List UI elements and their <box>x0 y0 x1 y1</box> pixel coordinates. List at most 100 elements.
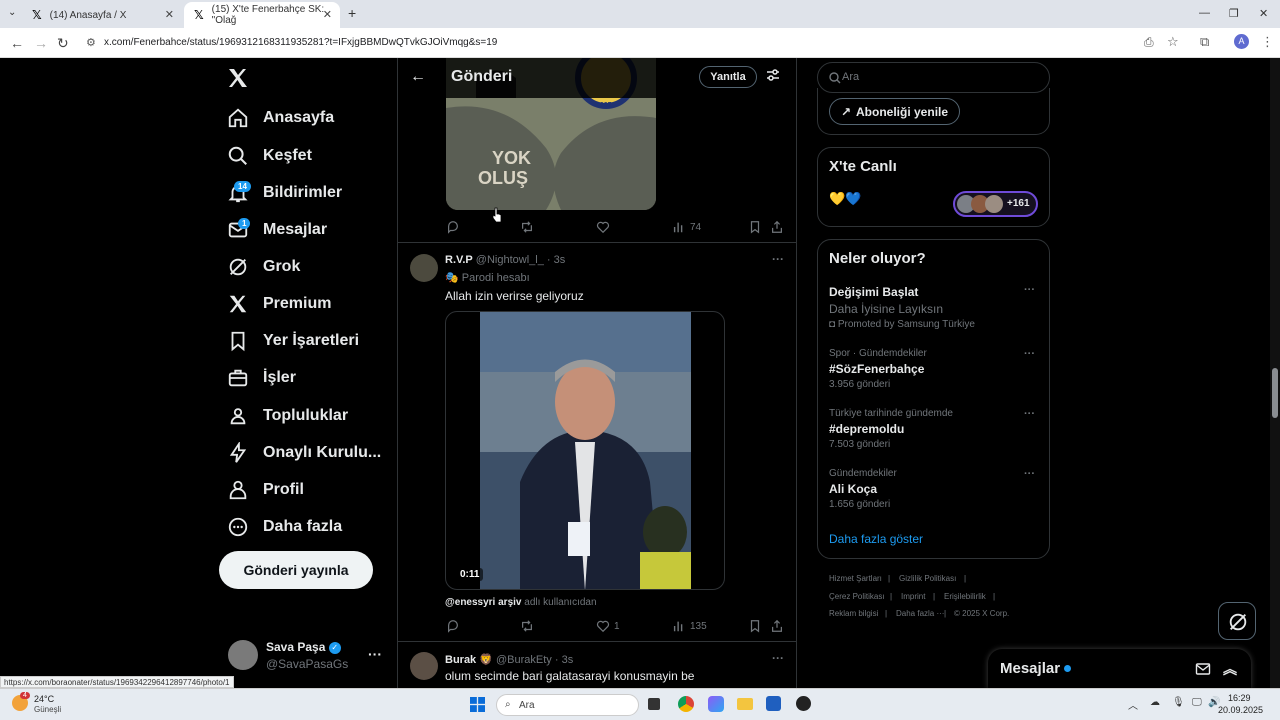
reply-action[interactable] <box>446 220 464 234</box>
new-message-icon[interactable] <box>1195 661 1211 677</box>
post-video[interactable]: 0:11 <box>445 311 725 590</box>
nav-explore[interactable]: Keşfet <box>226 141 312 171</box>
store-icon[interactable] <box>766 696 781 711</box>
footer-link[interactable]: Hizmet Şartları <box>829 574 882 583</box>
back-icon[interactable]: ← <box>10 35 24 51</box>
post-time[interactable]: · 3s <box>547 254 565 266</box>
menu-icon[interactable]: ⋮ <box>1261 34 1274 50</box>
tray-chevron-icon[interactable]: ︿ <box>1128 697 1138 712</box>
nav-premium[interactable]: Premium <box>226 289 331 319</box>
post-time[interactable]: · 3s <box>555 654 573 666</box>
expand-up-icon[interactable]: ︽ <box>1223 659 1237 679</box>
reply-action[interactable] <box>446 619 464 633</box>
nav-grok[interactable]: Grok <box>226 252 300 282</box>
footer-link[interactable]: Erişilebilirlik <box>944 592 986 601</box>
share-action[interactable] <box>770 220 788 234</box>
profile-avatar[interactable]: A <box>1234 34 1249 49</box>
show-more-link[interactable]: Daha fazla göster <box>829 532 923 546</box>
attribution-user[interactable]: @enessyri arşiv <box>445 597 521 608</box>
back-arrow-icon[interactable]: ← <box>410 68 426 86</box>
trend-more-icon[interactable]: ··· <box>1024 408 1035 420</box>
chrome-icon[interactable] <box>678 696 694 712</box>
footer-link[interactable]: Daha fazla ··· <box>896 609 944 618</box>
file-explorer-icon[interactable] <box>737 698 753 710</box>
install-app-icon[interactable]: ⎙ <box>1144 35 1154 50</box>
grok-floating-button[interactable] <box>1218 602 1256 640</box>
post-author-handle[interactable]: @Nightowl_l_ <box>476 254 544 266</box>
trend-item[interactable]: Spor · Gündemdekiler #SözFenerbahçe 3.95… <box>829 348 1039 390</box>
x-logo-icon[interactable] <box>226 66 252 92</box>
scrollbar-thumb[interactable] <box>1272 368 1278 418</box>
account-more-icon[interactable]: ··· <box>368 646 382 662</box>
close-icon[interactable]: ✕ <box>323 8 332 21</box>
url-field[interactable]: x.com/Fenerbahce/status/1969312168311935… <box>104 37 497 48</box>
page-scrollbar[interactable] <box>1270 58 1280 688</box>
trend-item[interactable]: Gündemdekiler Ali Koça 1.656 gönderi <box>829 468 1039 510</box>
nav-verified-orgs[interactable]: Onaylı Kurulu... <box>226 438 381 468</box>
views-action[interactable]: 135 <box>672 619 707 633</box>
nav-jobs[interactable]: İşler <box>226 363 296 393</box>
task-view-icon[interactable] <box>648 698 660 710</box>
app-icon[interactable] <box>796 696 811 711</box>
taskbar-search[interactable]: ⌕ Ara <box>496 694 639 716</box>
footer-link[interactable]: Çerez Politikası <box>829 592 885 601</box>
tab-list-icon[interactable]: ⌄ <box>8 7 16 18</box>
bookmark-action[interactable] <box>748 619 766 633</box>
tab-home[interactable]: 𝕏 (14) Anasayfa / X ✕ <box>22 2 182 28</box>
repost-action[interactable] <box>520 619 538 633</box>
footer-link[interactable]: Reklam bilgisi <box>829 609 878 618</box>
live-space-pill[interactable]: +161 <box>953 191 1038 217</box>
clock-time[interactable]: 16:29 <box>1228 693 1251 703</box>
post-avatar[interactable] <box>410 254 438 282</box>
minimize-icon[interactable]: — <box>1199 7 1210 19</box>
bookmark-action[interactable] <box>748 220 766 234</box>
messages-drawer[interactable]: Mesajlar ︽ <box>988 649 1251 689</box>
nav-bookmarks[interactable]: Yer İşaretleri <box>226 326 359 356</box>
trend-item[interactable]: Değişimi Başlat Daha İyisine Layıksın ◘ … <box>829 285 1039 330</box>
post-button[interactable]: Gönderi yayınla <box>219 551 373 589</box>
nav-profile[interactable]: Profil <box>226 475 304 505</box>
trend-more-icon[interactable]: ··· <box>1024 468 1035 480</box>
like-action[interactable]: 1 <box>596 619 620 633</box>
copilot-icon[interactable] <box>708 696 724 712</box>
views-action[interactable]: 74 <box>672 220 701 234</box>
renew-subscription-button[interactable]: ↗ Aboneliği yenile <box>829 98 960 125</box>
cloud-icon[interactable]: ☁ <box>1150 697 1160 708</box>
footer-link[interactable]: Imprint <box>901 592 925 601</box>
post-more-icon[interactable]: ··· <box>772 252 784 266</box>
forward-icon[interactable]: → <box>34 35 48 51</box>
new-tab-icon[interactable]: + <box>348 5 356 21</box>
restore-icon[interactable]: ❐ <box>1229 7 1239 20</box>
close-icon[interactable]: ✕ <box>165 8 174 21</box>
account-avatar[interactable] <box>228 640 258 670</box>
window-close-icon[interactable]: ✕ <box>1259 7 1268 20</box>
nav-home[interactable]: Anasayfa <box>226 103 334 133</box>
tab-post[interactable]: 𝕏 (15) X'te Fenerbahçe SK: "Olağ ✕ <box>184 2 340 28</box>
weather-temp[interactable]: 24°C <box>34 694 54 704</box>
nav-more[interactable]: Daha fazla <box>226 512 342 542</box>
post-author-handle[interactable]: @BurakEty <box>496 654 552 666</box>
post-more-icon[interactable]: ··· <box>772 651 784 665</box>
network-icon[interactable]: 🖵 <box>1192 697 1202 708</box>
reply-button[interactable]: Yanıtla <box>699 66 757 88</box>
extensions-icon[interactable]: ⧉ <box>1200 34 1209 50</box>
trend-more-icon[interactable]: ··· <box>1024 284 1035 296</box>
post-author-name[interactable]: R.V.P <box>445 254 473 266</box>
account-name[interactable]: Sava Paşa ✓ <box>266 640 341 654</box>
repost-action[interactable] <box>520 220 538 234</box>
nav-communities[interactable]: Topluluklar <box>226 401 348 431</box>
windows-start-icon[interactable] <box>470 697 485 712</box>
share-action[interactable] <box>770 619 788 633</box>
footer-link[interactable]: Gizlilik Politikası <box>899 574 956 583</box>
trend-more-icon[interactable]: ··· <box>1024 348 1035 360</box>
site-info-icon[interactable]: ⚙ <box>86 36 96 49</box>
reload-icon[interactable]: ↻ <box>57 35 69 52</box>
trend-item[interactable]: Türkiye tarihinde gündemde #depremoldu 7… <box>829 408 1039 450</box>
like-action[interactable] <box>596 220 614 234</box>
settings-sliders-icon[interactable] <box>765 67 781 83</box>
microphone-icon[interactable]: 🎙 <box>1172 697 1185 708</box>
post-avatar[interactable] <box>410 652 438 680</box>
post-author-name[interactable]: Burak <box>445 654 476 666</box>
clock-date[interactable]: 20.09.2025 <box>1218 705 1263 715</box>
star-icon[interactable]: ☆ <box>1167 34 1179 50</box>
